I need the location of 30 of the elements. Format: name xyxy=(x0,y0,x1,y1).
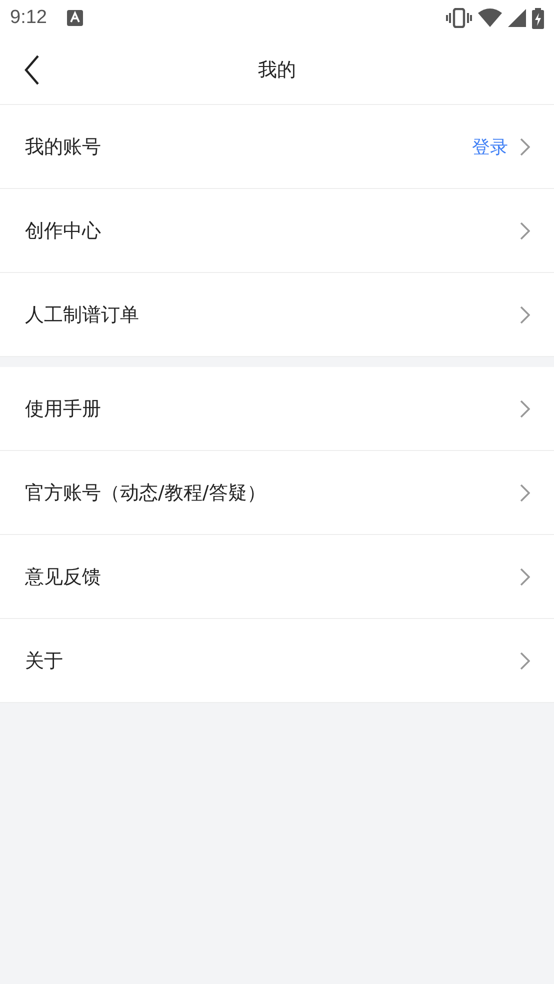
back-icon[interactable] xyxy=(24,55,40,85)
chevron-icon xyxy=(520,652,530,670)
menu-label: 我的账号 xyxy=(25,134,101,160)
chevron-icon xyxy=(520,138,530,156)
menu-row[interactable]: 创作中心 xyxy=(0,189,554,273)
menu-label: 官方账号（动态/教程/答疑） xyxy=(25,480,266,506)
menu-row[interactable]: 使用手册 xyxy=(0,367,554,451)
menu-label: 关于 xyxy=(25,648,63,674)
notification-icon xyxy=(66,10,83,26)
menu-row[interactable]: 人工制谱订单 xyxy=(0,273,554,357)
menu-label: 使用手册 xyxy=(25,396,101,422)
menu-row[interactable]: 我的账号 登录 xyxy=(0,105,554,189)
login-link[interactable]: 登录 xyxy=(472,134,508,158)
wifi-icon xyxy=(478,8,502,28)
signal-icon xyxy=(508,9,526,27)
chevron-icon xyxy=(520,306,530,324)
menu-row[interactable]: 意见反馈 xyxy=(0,535,554,619)
chevron-icon xyxy=(520,568,530,586)
menu-label: 意见反馈 xyxy=(25,564,101,590)
status-time: 9:12 xyxy=(10,7,47,29)
chevron-icon xyxy=(520,400,530,418)
menu-label: 人工制谱订单 xyxy=(25,302,139,328)
page-title: 我的 xyxy=(258,58,296,83)
battery-icon xyxy=(532,8,544,28)
chevron-icon xyxy=(520,484,530,502)
chevron-icon xyxy=(520,222,530,240)
menu-row[interactable]: 关于 xyxy=(0,619,554,703)
vibrate-icon xyxy=(446,8,472,28)
menu-label: 创作中心 xyxy=(25,218,101,244)
menu-row[interactable]: 官方账号（动态/教程/答疑） xyxy=(0,451,554,535)
